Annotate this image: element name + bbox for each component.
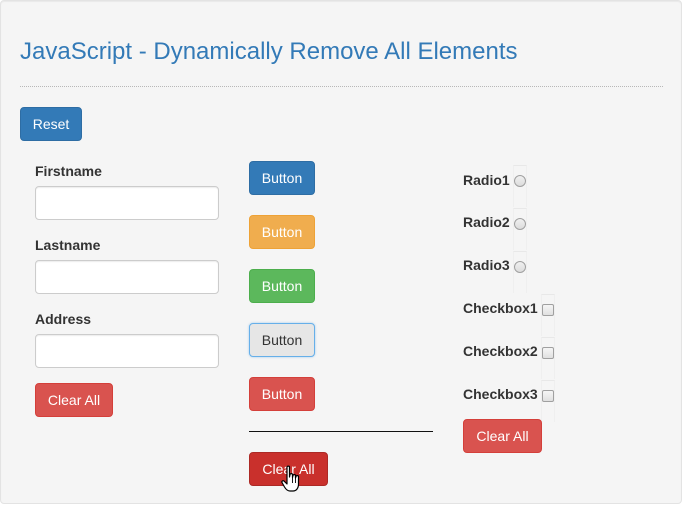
title-divider [20,86,663,87]
checkbox2-label: Checkbox2 [463,343,538,359]
warning-button[interactable]: Button [249,215,315,249]
checkbox1-input[interactable] [542,304,554,316]
clear-buttons-button[interactable]: Clear All [249,452,328,486]
lastname-input[interactable] [35,260,219,294]
danger-button[interactable]: Button [249,377,315,411]
checkbox3-label: Checkbox3 [463,386,538,402]
firstname-label: Firstname [35,163,102,179]
clear-options-button[interactable]: Clear All [463,419,542,453]
lastname-label: Lastname [35,237,101,253]
address-label: Address [35,311,92,327]
radio2-input[interactable] [514,218,526,230]
page-title: JavaScript - Dynamically Remove All Elem… [20,38,518,65]
firstname-input[interactable] [35,186,219,220]
checkbox2-input[interactable] [542,347,554,359]
checkbox3-input[interactable] [542,390,554,402]
default-button[interactable]: Button [249,323,315,357]
checkbox1-label: Checkbox1 [463,300,538,316]
address-input[interactable] [35,334,219,368]
primary-button[interactable]: Button [249,161,315,195]
radio1-input[interactable] [514,175,526,187]
radio3-input[interactable] [514,261,526,273]
radio1-label: Radio1 [463,172,510,188]
radio3-label: Radio3 [463,257,510,273]
radio2-label: Radio2 [463,214,510,230]
clear-fields-button[interactable]: Clear All [35,383,113,417]
success-button[interactable]: Button [249,269,315,303]
buttons-divider [249,431,433,432]
page-container [0,0,682,504]
reset-button[interactable]: Reset [20,107,82,141]
